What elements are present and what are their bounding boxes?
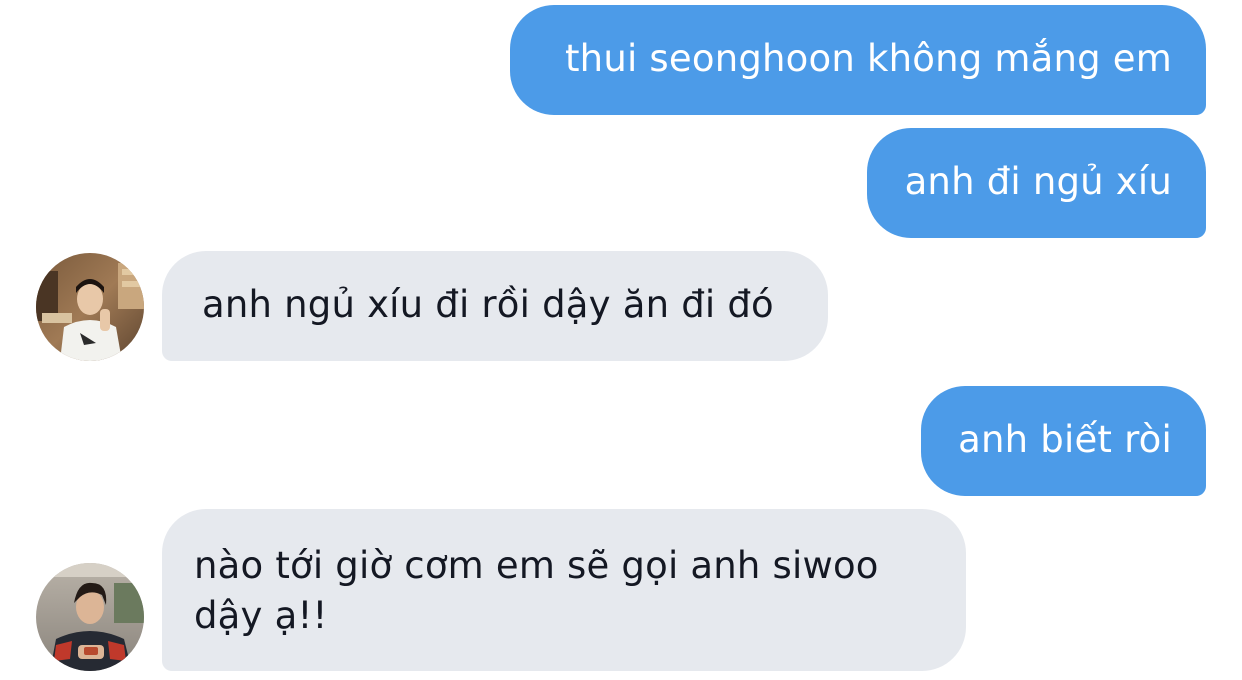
contact-avatar[interactable] — [36, 253, 144, 361]
user-avatar-photo-icon — [36, 253, 144, 361]
contact-avatar[interactable] — [36, 563, 144, 671]
user-avatar-photo-icon — [36, 563, 144, 671]
sent-message-bubble[interactable]: anh biết ròi — [921, 386, 1206, 496]
received-message-bubble[interactable]: anh ngủ xíu đi rồi dậy ăn đi đó — [162, 251, 828, 361]
chat-conversation: thui seonghoon không mắng em anh đi ngủ … — [0, 0, 1242, 680]
sent-message-bubble[interactable]: thui seonghoon không mắng em — [510, 5, 1206, 115]
received-message-bubble[interactable]: nào tới giờ cơm em sẽ gọi anh siwoo dậy … — [162, 509, 966, 671]
sent-message-bubble[interactable]: anh đi ngủ xíu — [867, 128, 1206, 238]
